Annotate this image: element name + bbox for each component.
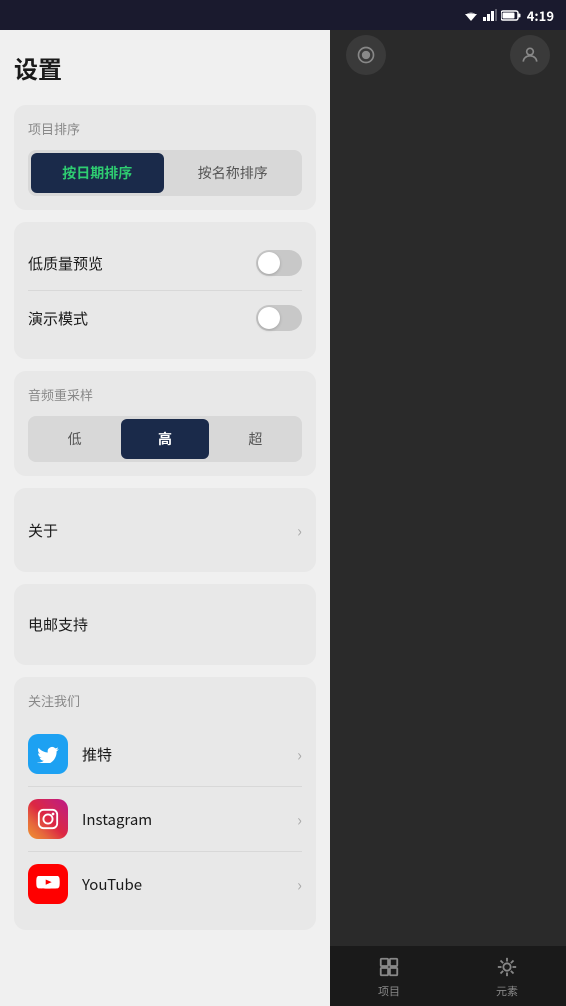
twitter-item[interactable]: 推特 ›	[28, 722, 302, 786]
sort-by-date-button[interactable]: 按日期排序	[31, 153, 164, 193]
twitter-chevron-icon: ›	[297, 742, 302, 766]
elements-graphic	[496, 956, 518, 978]
user-graphic	[520, 45, 540, 65]
toggles-section: 低质量预览 演示模式	[14, 222, 316, 359]
sort-label: 项目排序	[28, 119, 302, 138]
settings-panel: 设置 项目排序 按日期排序 按名称排序 低质量预览 演示模式 音频重采样 低 高…	[0, 0, 330, 1006]
instagram-icon	[28, 799, 68, 839]
resample-ultra-button[interactable]: 超	[212, 419, 299, 459]
sort-by-name-button[interactable]: 按名称排序	[167, 153, 300, 193]
youtube-name: YouTube	[82, 874, 142, 895]
instagram-name: Instagram	[82, 809, 152, 830]
battery-icon	[501, 10, 521, 21]
resample-section: 音频重采样 低 高 超	[14, 371, 316, 476]
wifi-icon	[463, 9, 479, 21]
instagram-item[interactable]: Instagram ›	[28, 786, 302, 851]
resample-high-button[interactable]: 高	[121, 419, 208, 459]
sort-section: 项目排序 按日期排序 按名称排序	[14, 105, 316, 210]
youtube-icon	[28, 864, 68, 904]
time-display: 4:19	[527, 6, 554, 25]
sort-button-group: 按日期排序 按名称排序	[28, 150, 302, 196]
resample-label: 音频重采样	[28, 385, 302, 404]
page-title: 设置	[14, 50, 316, 85]
twitter-name: 推特	[82, 744, 112, 765]
about-label: 关于	[28, 520, 58, 541]
demo-mode-label: 演示模式	[28, 308, 88, 329]
follow-label: 关注我们	[28, 691, 302, 710]
twitter-left: 推特	[28, 734, 112, 774]
about-card[interactable]: 关于 ›	[14, 488, 316, 572]
about-chevron-icon: ›	[297, 518, 302, 542]
youtube-item[interactable]: YouTube ›	[28, 851, 302, 916]
record-icon[interactable]	[346, 35, 386, 75]
bottom-nav: 项目 元素	[330, 946, 566, 1006]
toggle-knob-2	[258, 307, 280, 329]
demo-mode-toggle[interactable]	[256, 305, 302, 331]
status-bar: 4:19	[0, 0, 566, 30]
right-panel	[330, 0, 566, 1006]
elements-icon	[494, 954, 520, 980]
low-quality-label: 低质量预览	[28, 253, 103, 274]
user-icon[interactable]	[510, 35, 550, 75]
projects-tab[interactable]: 项目	[376, 954, 402, 999]
low-quality-toggle[interactable]	[256, 250, 302, 276]
email-support-card[interactable]: 电邮支持	[14, 584, 316, 665]
elements-tab-label: 元素	[496, 983, 518, 999]
instagram-chevron-icon: ›	[297, 807, 302, 831]
about-nav-item[interactable]: 关于 ›	[28, 502, 302, 558]
record-graphic	[356, 45, 376, 65]
youtube-chevron-icon: ›	[297, 872, 302, 896]
twitter-icon	[28, 734, 68, 774]
resample-low-button[interactable]: 低	[31, 419, 118, 459]
projects-icon	[376, 954, 402, 980]
email-support-nav-item[interactable]: 电邮支持	[28, 598, 302, 651]
youtube-left: YouTube	[28, 864, 142, 904]
resample-button-group: 低 高 超	[28, 416, 302, 462]
twitter-bird	[37, 745, 59, 763]
toggle-knob	[258, 252, 280, 274]
instagram-left: Instagram	[28, 799, 152, 839]
instagram-graphic	[37, 808, 59, 830]
low-quality-toggle-row: 低质量预览	[28, 236, 302, 290]
demo-mode-toggle-row: 演示模式	[28, 290, 302, 345]
status-icons	[463, 9, 521, 21]
youtube-graphic	[36, 876, 60, 892]
projects-graphic	[378, 956, 400, 978]
email-support-label: 电邮支持	[28, 614, 88, 635]
elements-tab[interactable]: 元素	[494, 954, 520, 999]
signal-icon	[483, 9, 497, 21]
projects-tab-label: 项目	[378, 983, 400, 999]
follow-section: 关注我们 推特 ›	[14, 677, 316, 930]
